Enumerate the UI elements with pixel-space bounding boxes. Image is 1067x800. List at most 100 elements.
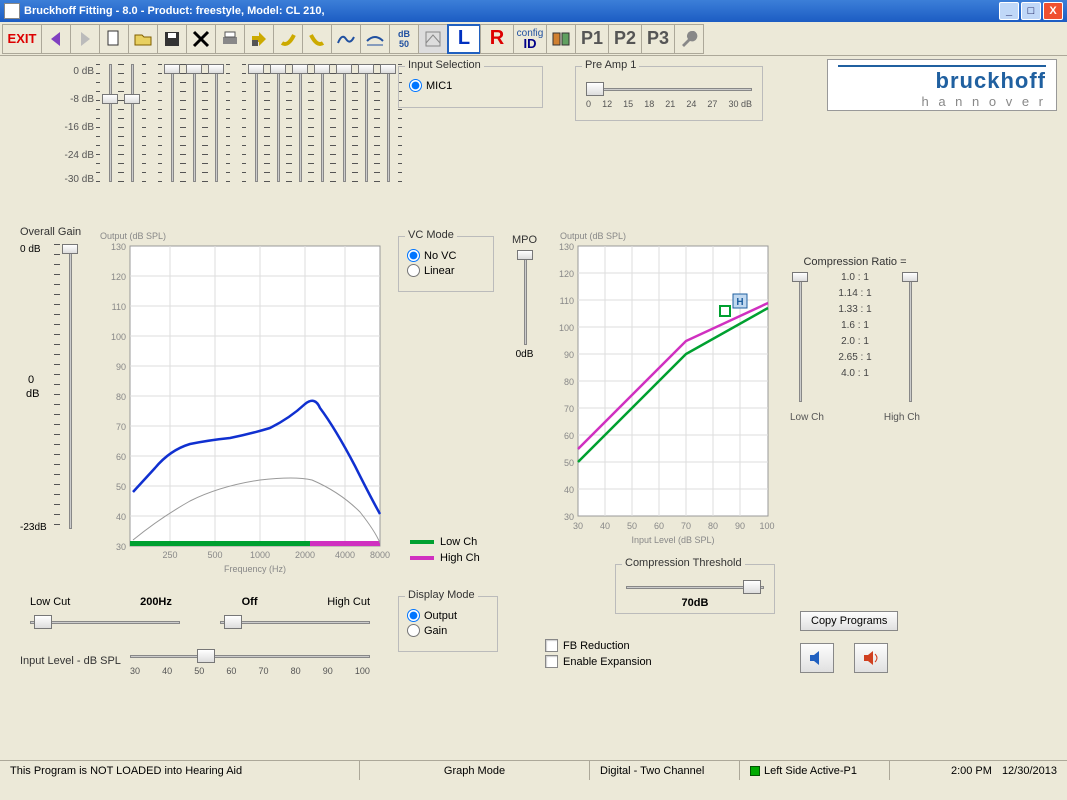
right-ear-button[interactable]: R [480,24,514,54]
svg-text:30: 30 [573,521,583,531]
toolbar: EXIT dB50 L R configID P1 P2 P3 [0,22,1067,56]
eq-slider-10[interactable] [334,64,354,182]
svg-text:70: 70 [116,422,126,432]
compression-ratio-panel: Compression Ratio = 1.0 : 1 1.14 : 1 1.3… [790,256,920,423]
mpo-label: MPO [512,234,537,246]
gain-radio[interactable]: Gain [407,624,489,637]
cut-sliders: Low Cut 200Hz Off High Cut [30,596,370,632]
curve-2-button[interactable] [360,24,390,54]
graph-toggle-button[interactable] [418,24,448,54]
eq-slider-4[interactable] [184,64,204,182]
svg-text:8000: 8000 [370,550,390,560]
program-lock-button[interactable] [244,24,274,54]
svg-text:90: 90 [564,350,574,360]
svg-text:60: 60 [654,521,664,531]
p3-button[interactable]: P3 [641,24,675,54]
p1-button[interactable]: P1 [575,24,609,54]
comp-ratio-label: Compression Ratio = [790,256,920,268]
speaker-left-button[interactable] [800,643,834,673]
eq-slider-8[interactable] [290,64,310,182]
eq-slider-12[interactable] [378,64,398,182]
frequency-chart: 130120110 1009080 706050 4030 2505001000… [100,236,390,576]
svg-text:80: 80 [564,377,574,387]
right-buttons: Copy Programs [800,611,898,673]
eq-slider-7[interactable] [268,64,288,182]
input-selection-group: Input Selection MIC1 [398,66,543,108]
eq-slider-11[interactable] [356,64,376,182]
curve-1-button[interactable] [331,24,361,54]
svg-text:130: 130 [111,242,126,252]
preamp-slider[interactable] [586,79,752,99]
speaker-blue-icon [807,648,827,668]
comp-threshold-slider[interactable] [626,577,764,597]
p2-button[interactable]: P2 [608,24,642,54]
compare-button[interactable] [546,24,576,54]
svg-text:1000: 1000 [250,550,270,560]
eq-slider-2[interactable] [122,64,142,182]
mic1-radio[interactable]: MIC1 [409,79,532,92]
display-mode-group: Display Mode Output Gain [398,596,498,652]
minimize-button[interactable]: _ [999,2,1019,20]
high-cut-slider[interactable] [220,612,370,632]
eq-slider-5[interactable] [206,64,226,182]
svg-text:90: 90 [116,362,126,372]
mpo-slider[interactable] [515,250,535,345]
wrench-button[interactable] [674,24,704,54]
svg-text:H: H [736,297,743,308]
overall-gain-label: Overall Gain [20,226,90,238]
eq-db-labels: 0 dB -8 dB -16 dB -24 dB -30 dB [60,66,94,186]
new-button[interactable] [99,24,129,54]
comp-ratio-high-slider[interactable] [900,272,920,402]
open-button[interactable] [128,24,158,54]
copy-programs-button[interactable]: Copy Programs [800,611,898,631]
main-panel: bruckhoff h a n n o v e r 0 dB -8 dB -16… [0,56,1067,780]
channel-legend: Low Ch High Ch [410,536,480,564]
io-chart: 130120110 1009080 706050 4030 304050 607… [548,236,778,546]
status-side: Left Side Active-P1 [764,765,857,777]
delete-button[interactable] [186,24,216,54]
status-loaded: This Program is NOT LOADED into Hearing … [0,761,360,780]
comp-ratio-low-slider[interactable] [790,272,810,402]
overall-gain-area: Overall Gain 0 dB 0 dB -23dB [20,226,90,534]
overall-gain-slider[interactable] [60,244,80,529]
linear-radio[interactable]: Linear [407,264,485,277]
svg-text:120: 120 [111,272,126,282]
low-cut-slider[interactable] [30,612,180,632]
titlebar: Bruckhoff Fitting - 8.0 - Product: frees… [0,0,1067,22]
svg-text:80: 80 [116,392,126,402]
comp-threshold-legend: Compression Threshold [622,557,745,569]
svg-text:100: 100 [111,332,126,342]
enable-expansion-check[interactable]: Enable Expansion [545,655,652,668]
fb-reduction-check[interactable]: FB Reduction [545,639,652,652]
no-vc-radio[interactable]: No VC [407,249,485,262]
eq-slider-1[interactable] [100,64,120,182]
maximize-button[interactable]: □ [1021,2,1041,20]
svg-text:120: 120 [559,269,574,279]
print-button[interactable] [215,24,245,54]
close-button[interactable]: X [1043,2,1063,20]
svg-text:Frequency (Hz): Frequency (Hz) [224,564,286,574]
exit-button[interactable]: EXIT [2,24,42,54]
output-radio[interactable]: Output [407,609,489,622]
save-button[interactable] [157,24,187,54]
input-level-slider[interactable] [130,646,370,666]
banana-2-button[interactable] [302,24,332,54]
eq-slider-6[interactable] [246,64,266,182]
display-mode-legend: Display Mode [405,589,478,601]
svg-text:70: 70 [681,521,691,531]
left-ear-button[interactable]: L [447,24,481,54]
config-id-button[interactable]: configID [513,24,547,54]
back-button[interactable] [41,24,71,54]
speaker-right-button[interactable] [854,643,888,673]
svg-text:60: 60 [116,452,126,462]
brand-logo: bruckhoff h a n n o v e r [827,59,1057,111]
banana-1-button[interactable] [273,24,303,54]
eq-slider-3[interactable] [162,64,182,182]
eq-slider-9[interactable] [312,64,332,182]
svg-text:100: 100 [759,521,774,531]
db50-button[interactable]: dB50 [389,24,419,54]
svg-text:110: 110 [560,296,574,306]
status-time: 2:00 PM [951,765,992,777]
forward-button[interactable] [70,24,100,54]
svg-text:50: 50 [564,458,574,468]
